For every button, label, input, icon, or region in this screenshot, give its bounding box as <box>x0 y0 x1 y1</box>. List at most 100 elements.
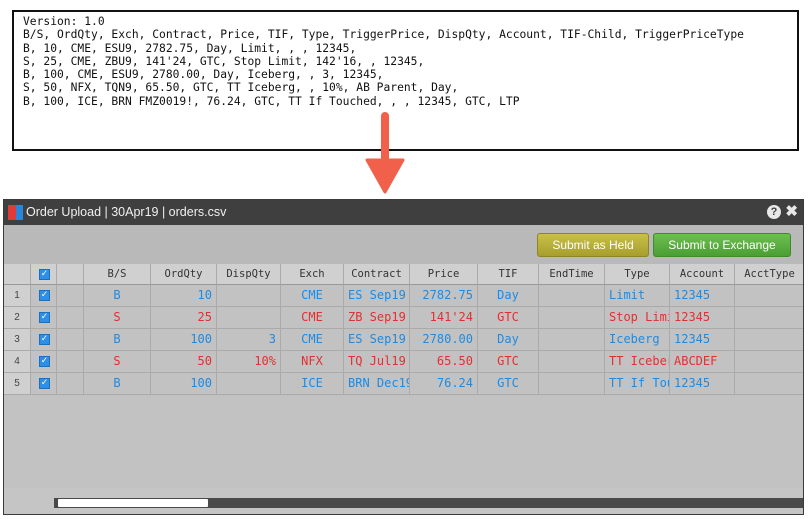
cell-tif[interactable]: GTC <box>478 351 539 373</box>
cell-price[interactable]: 2782.75 <box>410 285 478 307</box>
cell-type[interactable]: TT If Tou <box>605 373 670 395</box>
cell-tif[interactable]: Day <box>478 329 539 351</box>
cell-exch[interactable]: CME <box>281 307 344 329</box>
cell-tif[interactable]: GTC <box>478 307 539 329</box>
cell-price[interactable]: 2780.00 <box>410 329 478 351</box>
cell-exch[interactable]: CME <box>281 329 344 351</box>
cell-type[interactable]: Stop Limi <box>605 307 670 329</box>
cell-tif[interactable]: Day <box>478 285 539 307</box>
cell-accttype[interactable] <box>735 373 803 395</box>
cell-price[interactable]: 76.24 <box>410 373 478 395</box>
cell-ordqty[interactable]: 100 <box>151 373 217 395</box>
row-select-cell[interactable]: ✓ <box>31 373 57 395</box>
table-row[interactable]: 2 ✓ S 25 CME ZB Sep19 141'24 GTC Stop Li… <box>4 307 803 329</box>
table-row[interactable]: 4 ✓ S 50 10% NFX TQ Jul19 65.50 GTC TT I… <box>4 351 803 373</box>
cell-contract[interactable]: ES Sep19 <box>344 329 410 351</box>
row-select-cell[interactable]: ✓ <box>31 307 57 329</box>
row-checkbox[interactable]: ✓ <box>39 334 50 345</box>
window-titlebar: Order Upload | 30Apr19 | orders.csv ? ✖ <box>4 200 803 225</box>
column-header-type[interactable]: Type <box>605 264 670 285</box>
row-number: 1 <box>4 285 31 307</box>
cell-bs[interactable]: S <box>84 307 151 329</box>
cell-price[interactable]: 65.50 <box>410 351 478 373</box>
close-icon[interactable]: ✖ <box>785 203 798 221</box>
cell-endtime[interactable] <box>539 373 605 395</box>
help-icon[interactable]: ? <box>767 205 781 219</box>
scrollbar-thumb[interactable] <box>58 499 208 507</box>
cell-ordqty[interactable]: 10 <box>151 285 217 307</box>
cell-endtime[interactable] <box>539 329 605 351</box>
cell-dispqty[interactable] <box>217 373 281 395</box>
column-header-ordqty[interactable]: OrdQty <box>151 264 217 285</box>
cell-dispqty[interactable] <box>217 307 281 329</box>
cell-contract[interactable]: BRN Dec19 <box>344 373 410 395</box>
select-all-checkbox[interactable]: ✓ <box>39 269 50 280</box>
cell-account[interactable]: 12345 <box>670 307 735 329</box>
cell-contract[interactable]: ZB Sep19 <box>344 307 410 329</box>
cell-accttype[interactable] <box>735 285 803 307</box>
column-header-tif[interactable]: TIF <box>478 264 539 285</box>
csv-line: B, 10, CME, ESU9, 2782.75, Day, Limit, ,… <box>23 41 357 55</box>
cell-contract[interactable]: TQ Jul19 <box>344 351 410 373</box>
submit-to-exchange-button[interactable]: Submit to Exchange <box>653 233 791 257</box>
row-checkbox[interactable]: ✓ <box>39 356 50 367</box>
row-select-cell[interactable]: ✓ <box>31 329 57 351</box>
arrow-down-icon <box>365 112 405 194</box>
cell-contract[interactable]: ES Sep19 <box>344 285 410 307</box>
row-select-cell[interactable]: ✓ <box>31 351 57 373</box>
cell-dispqty[interactable] <box>217 285 281 307</box>
cell-bs[interactable]: B <box>84 285 151 307</box>
cell-ordqty[interactable]: 100 <box>151 329 217 351</box>
cell-endtime[interactable] <box>539 307 605 329</box>
submit-as-held-button[interactable]: Submit as Held <box>537 233 649 257</box>
column-header-exch[interactable]: Exch <box>281 264 344 285</box>
row-select-cell[interactable]: ✓ <box>31 285 57 307</box>
row-number: 5 <box>4 373 31 395</box>
blank-cell <box>57 329 84 351</box>
cell-ordqty[interactable]: 50 <box>151 351 217 373</box>
cell-accttype[interactable] <box>735 307 803 329</box>
cell-ordqty[interactable]: 25 <box>151 307 217 329</box>
cell-accttype[interactable] <box>735 329 803 351</box>
cell-tif[interactable]: GTC <box>478 373 539 395</box>
cell-exch[interactable]: ICE <box>281 373 344 395</box>
cell-endtime[interactable] <box>539 285 605 307</box>
cell-bs[interactable]: B <box>84 329 151 351</box>
cell-bs[interactable]: B <box>84 373 151 395</box>
row-checkbox[interactable]: ✓ <box>39 378 50 389</box>
cell-account[interactable]: 12345 <box>670 373 735 395</box>
csv-line: Version: 1.0 <box>23 15 105 28</box>
cell-type[interactable]: Iceberg <box>605 329 670 351</box>
horizontal-scrollbar[interactable] <box>54 498 803 508</box>
column-header-endtime[interactable]: EndTime <box>539 264 605 285</box>
cell-bs[interactable]: S <box>84 351 151 373</box>
column-header-price[interactable]: Price <box>410 264 478 285</box>
select-all-cell[interactable]: ✓ <box>31 264 57 285</box>
cell-endtime[interactable] <box>539 351 605 373</box>
row-checkbox[interactable]: ✓ <box>39 290 50 301</box>
cell-exch[interactable]: NFX <box>281 351 344 373</box>
table-row[interactable]: 1 ✓ B 10 CME ES Sep19 2782.75 Day Limit … <box>4 285 803 307</box>
column-header-accttype[interactable]: AcctType <box>735 264 803 285</box>
csv-line: B, 100, CME, ESU9, 2780.00, Day, Iceberg… <box>23 68 384 82</box>
table-row[interactable]: 3 ✓ B 100 3 CME ES Sep19 2780.00 Day Ice… <box>4 329 803 351</box>
cell-price[interactable]: 141'24 <box>410 307 478 329</box>
cell-type[interactable]: TT Iceber <box>605 351 670 373</box>
blank-header <box>57 264 84 285</box>
row-checkbox[interactable]: ✓ <box>39 312 50 323</box>
row-number: 2 <box>4 307 31 329</box>
cell-accttype[interactable] <box>735 351 803 373</box>
cell-exch[interactable]: CME <box>281 285 344 307</box>
cell-account[interactable]: ABCDEF <box>670 351 735 373</box>
cell-account[interactable]: 12345 <box>670 329 735 351</box>
cell-dispqty[interactable]: 3 <box>217 329 281 351</box>
column-header-contract[interactable]: Contract <box>344 264 410 285</box>
column-header-account[interactable]: Account <box>670 264 735 285</box>
cell-account[interactable]: 12345 <box>670 285 735 307</box>
cell-type[interactable]: Limit <box>605 285 670 307</box>
column-header-dispqty[interactable]: DispQty <box>217 264 281 285</box>
column-header-bs[interactable]: B/S <box>84 264 151 285</box>
cell-dispqty[interactable]: 10% <box>217 351 281 373</box>
rownum-header <box>4 264 31 285</box>
table-row[interactable]: 5 ✓ B 100 ICE BRN Dec19 76.24 GTC TT If … <box>4 373 803 395</box>
